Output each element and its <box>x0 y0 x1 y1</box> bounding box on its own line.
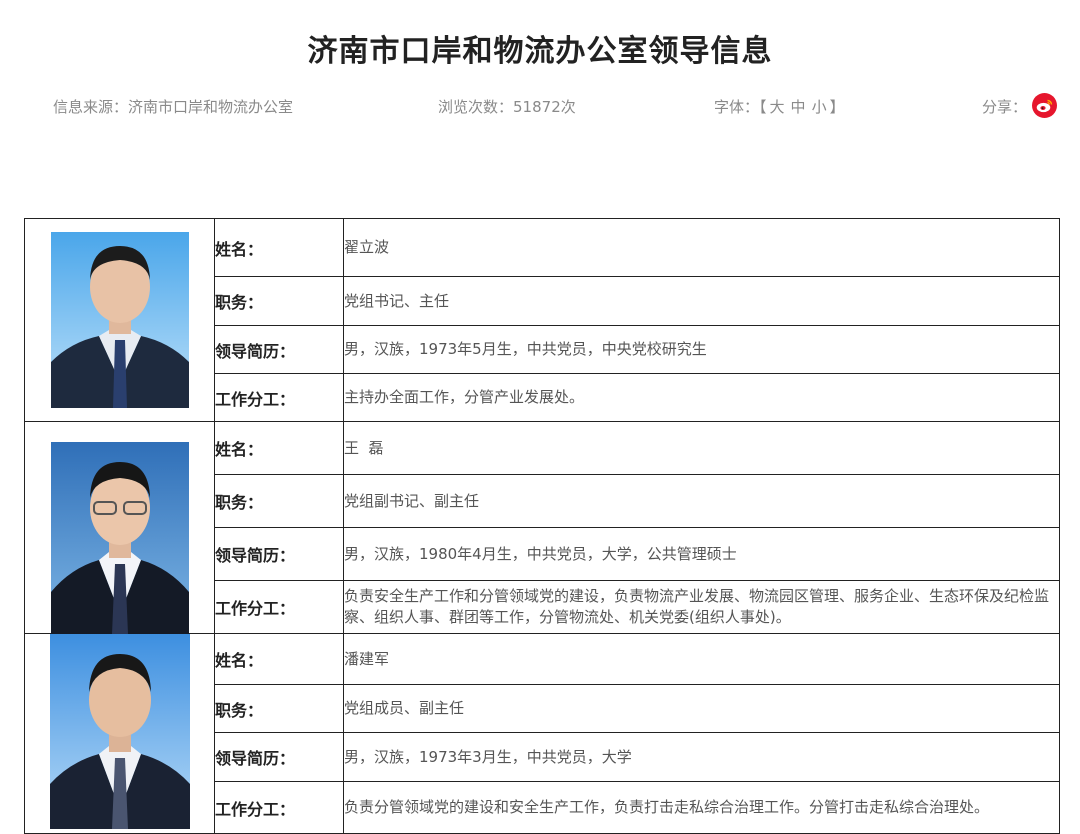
weibo-share-button[interactable] <box>1032 93 1057 118</box>
info-source-value: 济南市口岸和物流办公室 <box>128 98 294 116</box>
position-label: 职务： <box>214 276 344 326</box>
leader-photo-cell <box>24 633 215 834</box>
position-label: 职务： <box>214 474 344 528</box>
font-large-link[interactable]: 大 <box>770 98 785 116</box>
duty-label: 工作分工： <box>214 781 344 834</box>
name-label: 姓名： <box>214 218 344 277</box>
resume-label: 领导简历： <box>214 732 344 782</box>
view-count-value: 51872次 <box>513 98 576 116</box>
font-size-control: 字体：【大中小】 <box>714 96 845 117</box>
info-source-label: 信息来源： <box>53 98 129 116</box>
share-label: 分享： <box>982 98 1028 116</box>
info-source: 信息来源：济南市口岸和物流办公室 <box>53 96 293 117</box>
leader-name: 潘建军 <box>343 633 1060 685</box>
leader-photo-cell <box>24 218 215 422</box>
leader-name: 王 磊 <box>343 421 1060 475</box>
leader-name: 翟立波 <box>343 218 1060 277</box>
page-title: 济南市口岸和物流办公室领导信息 <box>307 34 773 69</box>
font-medium-link[interactable]: 中 <box>791 98 806 116</box>
leader-photo <box>50 634 190 829</box>
leader-row: 姓名： 潘建军 <box>24 633 1060 834</box>
font-size-label: 字体： <box>714 98 760 116</box>
view-count-label: 浏览次数： <box>438 98 514 116</box>
weibo-icon <box>1036 99 1053 112</box>
name-label: 姓名： <box>214 633 344 685</box>
leader-photo-cell <box>24 421 215 634</box>
leader-duty: 负责分管领域党的建设和安全生产工作，负责打击走私综合治理工作。分管打击走私综合治… <box>343 781 1060 834</box>
font-bracket-close: 】 <box>829 98 845 116</box>
leader-info-table: 姓名： 翟立波 职务： 党组书记、主任 领导简历： 男，汉族，1973年5月生，… <box>24 218 1060 834</box>
position-label: 职务： <box>214 684 344 733</box>
duty-label: 工作分工： <box>214 373 344 422</box>
leader-resume: 男，汉族，1973年3月生，中共党员，大学 <box>343 732 1060 782</box>
leader-row: 姓名： 王 磊 <box>24 421 1060 634</box>
leader-photo <box>51 232 189 408</box>
resume-label: 领导简历： <box>214 325 344 374</box>
leader-resume: 男，汉族，1973年5月生，中共党员，中央党校研究生 <box>343 325 1060 374</box>
leader-resume: 男，汉族，1980年4月生，中共党员，大学，公共管理硕士 <box>343 527 1060 581</box>
duty-label: 工作分工： <box>214 580 344 634</box>
view-count: 浏览次数：51872次 <box>438 96 576 117</box>
font-bracket-open: 【 <box>759 98 767 116</box>
name-label: 姓名： <box>214 421 344 475</box>
leader-row: 姓名： 翟立波 <box>24 218 1060 422</box>
leader-photo <box>51 442 189 634</box>
leader-position: 党组成员、副主任 <box>343 684 1060 733</box>
font-small-link[interactable]: 小 <box>812 98 827 116</box>
leader-position: 党组书记、主任 <box>343 276 1060 326</box>
leader-duty: 主持办全面工作，分管产业发展处。 <box>343 373 1060 422</box>
leader-duty: 负责安全生产工作和分管领域党的建设，负责物流产业发展、物流园区管理、服务企业、生… <box>343 580 1060 634</box>
leader-position: 党组副书记、副主任 <box>343 474 1060 528</box>
resume-label: 领导简历： <box>214 527 344 581</box>
